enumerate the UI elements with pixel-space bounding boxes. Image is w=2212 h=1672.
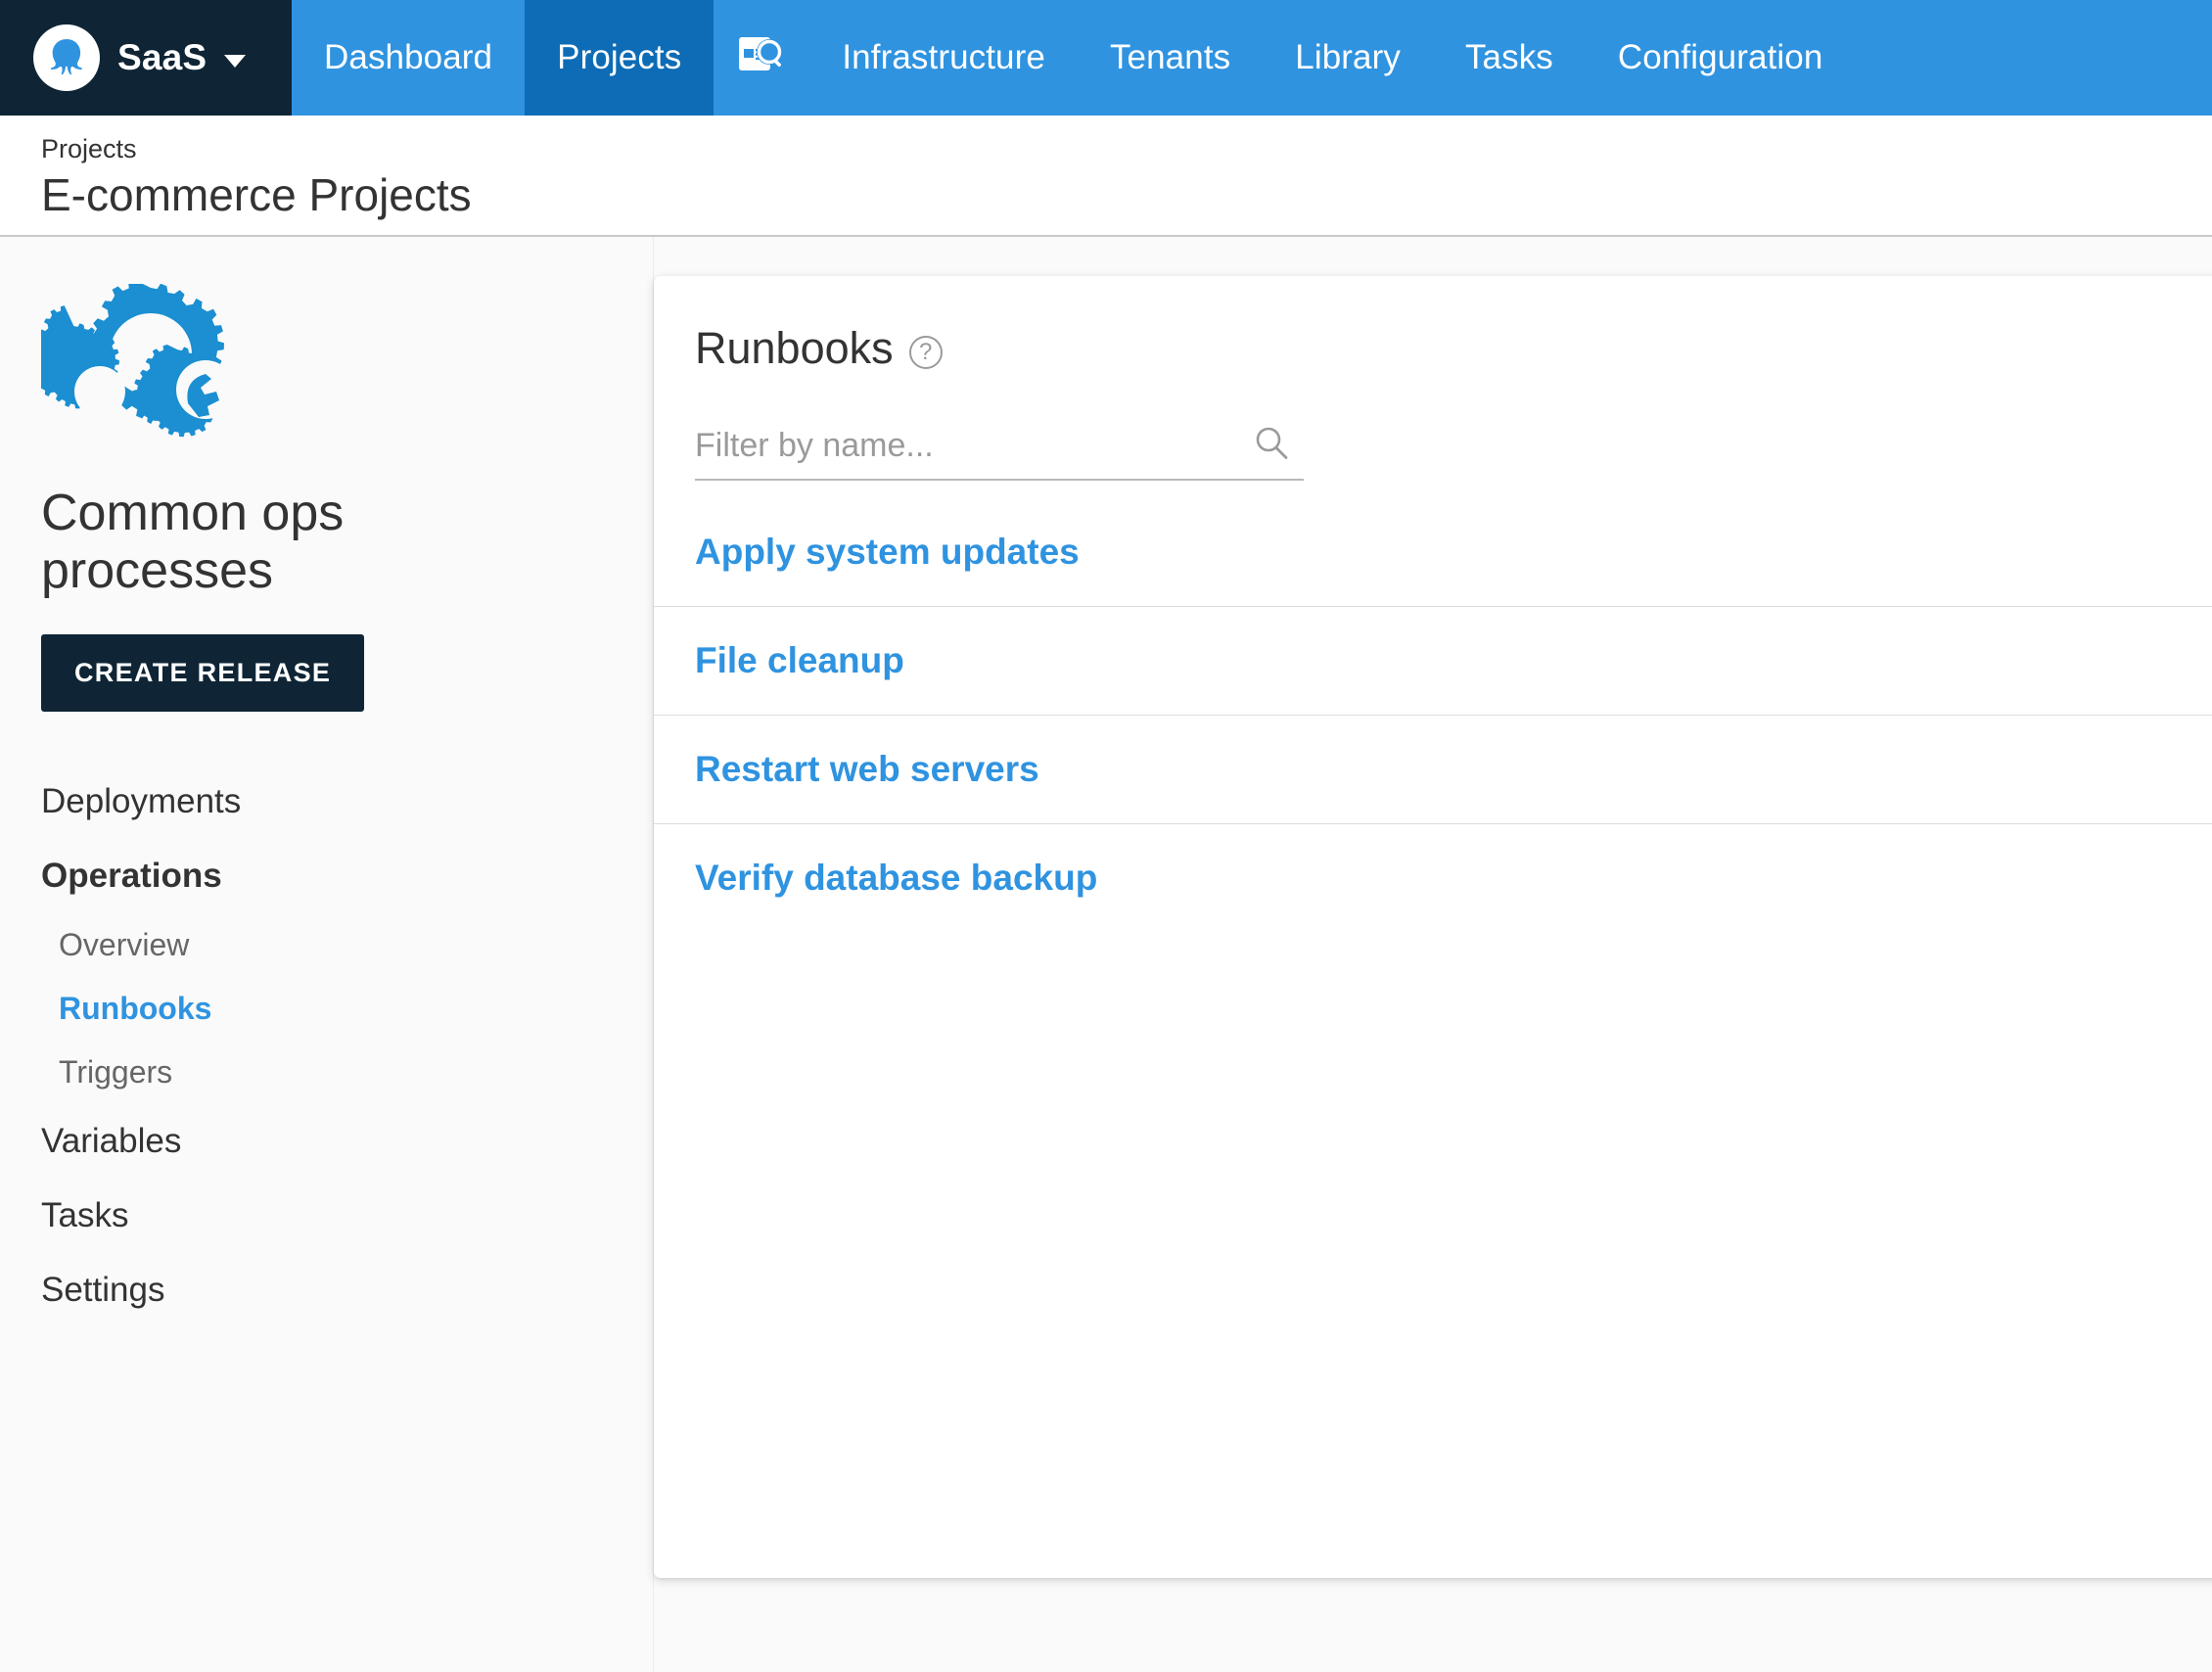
runbooks-heading: Runbooks [695, 323, 894, 373]
runbooks-list: Apply system updates File cleanup Restar… [654, 532, 2212, 932]
nav-item-projects[interactable]: Projects [525, 0, 714, 116]
nav-item-label: Tenants [1109, 38, 1231, 76]
octopus-logo-icon [33, 24, 100, 91]
nav-item-label: Projects [557, 38, 682, 76]
sidebar-nav-list: Deployments Operations Overview Runbooks… [41, 765, 653, 1327]
nav-item-label: Tasks [1464, 38, 1553, 76]
top-navigation-bar: SaaS Dashboard Projects Infrastructure T… [0, 0, 2212, 116]
sidebar-item-runbooks[interactable]: Runbooks [41, 977, 653, 1041]
sidebar-item-triggers[interactable]: Triggers [41, 1041, 653, 1104]
chevron-down-icon[interactable] [224, 54, 247, 68]
gears-cloud-icon [31, 279, 266, 445]
nav-item-tasks[interactable]: Tasks [1433, 0, 1586, 116]
runbook-link[interactable]: Apply system updates [695, 532, 1080, 572]
content-area: Common ops processes CREATE RELEASE Depl… [0, 237, 2212, 1672]
nav-item-tenants[interactable]: Tenants [1078, 0, 1263, 116]
project-title: Common ops processes [41, 485, 345, 600]
page-title: E-commerce Projects [41, 168, 472, 220]
main-column: Runbooks ? Apply system updates File cle [654, 237, 2212, 1672]
runbook-row[interactable]: Restart web servers [654, 715, 2212, 823]
project-sidebar: Common ops processes CREATE RELEASE Depl… [0, 237, 654, 1672]
nav-item-dashboard[interactable]: Dashboard [292, 0, 525, 116]
nav-item-configuration[interactable]: Configuration [1586, 0, 1856, 116]
page-header: Projects E-commerce Projects [0, 116, 2212, 237]
nav-item-label: Library [1295, 38, 1401, 76]
nav-item-label: Configuration [1617, 38, 1823, 76]
sidebar-item-tasks[interactable]: Tasks [41, 1179, 653, 1253]
runbook-link[interactable]: File cleanup [695, 640, 904, 680]
breadcrumb[interactable]: Projects [41, 133, 2212, 166]
sidebar-item-overview[interactable]: Overview [41, 913, 653, 977]
brand-label: SaaS [117, 37, 207, 77]
sidebar-item-operations[interactable]: Operations [41, 839, 653, 913]
create-release-button[interactable]: CREATE RELEASE [41, 633, 365, 712]
runbook-link[interactable]: Restart web servers [695, 749, 1039, 789]
nav-item-search[interactable] [714, 0, 809, 116]
runbook-row[interactable]: Verify database backup [654, 823, 2212, 932]
runbooks-card-header: Runbooks ? [654, 276, 2212, 374]
runbooks-card: Runbooks ? Apply system updates File cle [654, 276, 2212, 1578]
nav-item-infrastructure[interactable]: Infrastructure [809, 0, 1078, 116]
search-icon[interactable] [1253, 425, 1290, 467]
runbook-row[interactable]: Apply system updates [654, 532, 2212, 606]
search-input[interactable] [695, 427, 1253, 465]
runbook-row[interactable]: File cleanup [654, 606, 2212, 715]
sidebar-item-deployments[interactable]: Deployments [41, 765, 653, 839]
nav-item-label: Dashboard [324, 38, 493, 76]
filter-field-wrapper [695, 425, 1304, 481]
nav-item-label: Infrastructure [842, 38, 1045, 76]
question-mark-circle-icon[interactable]: ? [908, 336, 943, 369]
brand-home-button[interactable]: SaaS [0, 0, 292, 116]
sidebar-item-variables[interactable]: Variables [41, 1104, 653, 1179]
nav-item-library[interactable]: Library [1263, 0, 1433, 116]
document-search-icon [739, 35, 784, 81]
runbook-link[interactable]: Verify database backup [695, 858, 1097, 898]
sidebar-item-settings[interactable]: Settings [41, 1253, 653, 1327]
